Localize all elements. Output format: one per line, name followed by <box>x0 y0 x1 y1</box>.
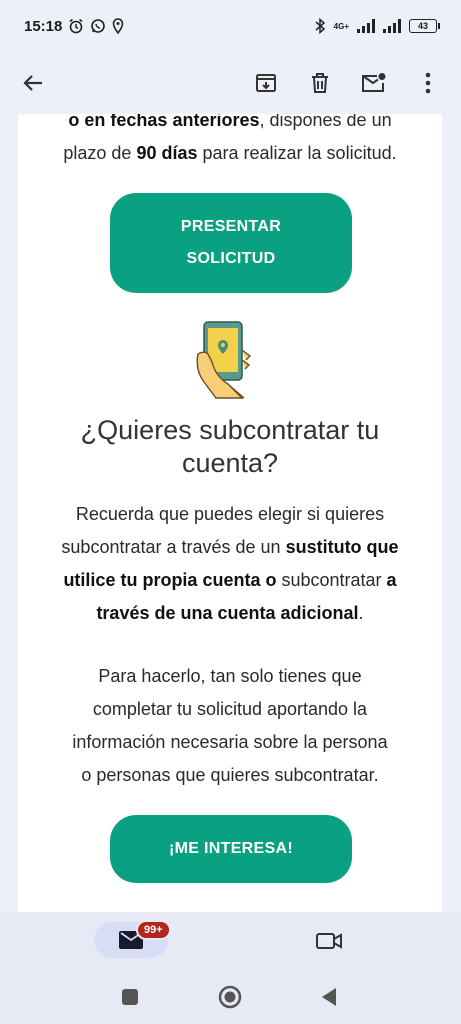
paragraph-subcontract-options: Recuerda que puedes elegir si quieres su… <box>61 504 399 623</box>
arrow-back-icon <box>23 75 42 91</box>
location-icon <box>113 18 124 34</box>
mark-unread-icon <box>362 73 386 92</box>
system-navigation-bar <box>0 972 461 1024</box>
paragraph-how-to: Para hacerlo, tan solo tienes que comple… <box>72 666 388 785</box>
deadline-days: 90 días <box>136 143 198 163</box>
signal-icon <box>357 19 375 33</box>
network-type: 4G+ <box>333 21 349 31</box>
more-vert-icon <box>425 72 431 94</box>
email-body: o en fechas anteriores, dispones de un p… <box>18 114 442 912</box>
recents-button[interactable] <box>121 988 139 1011</box>
bluetooth-icon <box>315 18 325 34</box>
presentar-solicitud-button[interactable]: PRESENTAR SOLICITUD <box>110 193 352 293</box>
battery-icon: 43 <box>409 19 440 33</box>
video-camera-icon <box>316 933 342 949</box>
alarm-icon <box>69 18 83 34</box>
me-interesa-button[interactable]: ¡ME INTERESA! <box>110 815 352 883</box>
unread-badge: 99+ <box>136 920 171 940</box>
signal-icon-2 <box>383 19 401 33</box>
home-button[interactable] <box>218 985 242 1014</box>
back-button[interactable] <box>18 68 48 98</box>
app-bar <box>0 52 461 114</box>
archive-button[interactable] <box>251 68 281 98</box>
whatsapp-icon <box>91 19 106 33</box>
home-circle-icon <box>218 985 242 1009</box>
battery-level: 43 <box>417 21 428 31</box>
back-triangle-icon <box>322 988 336 1006</box>
paragraph-deadline: o en fechas anteriores, dispones de un p… <box>18 114 442 170</box>
deadline-bold-text: o en fechas anteriores <box>68 114 260 130</box>
mark-unread-button[interactable] <box>359 68 389 98</box>
system-back-button[interactable] <box>320 987 338 1012</box>
meet-tab[interactable] <box>314 928 344 954</box>
bottom-nav: 99+ <box>0 912 461 972</box>
delete-icon <box>312 73 328 93</box>
subcontract-heading: ¿Quieres subcontratar tu cuenta? <box>80 415 380 478</box>
archive-icon <box>256 74 276 92</box>
delete-button[interactable] <box>305 68 335 98</box>
recents-square-icon <box>122 989 138 1005</box>
status-time: 15:18 <box>24 17 63 35</box>
phone-in-hand-icon <box>196 321 252 399</box>
status-bar: 15:18 4G+ 43 <box>0 0 461 52</box>
more-options-button[interactable] <box>413 68 443 98</box>
